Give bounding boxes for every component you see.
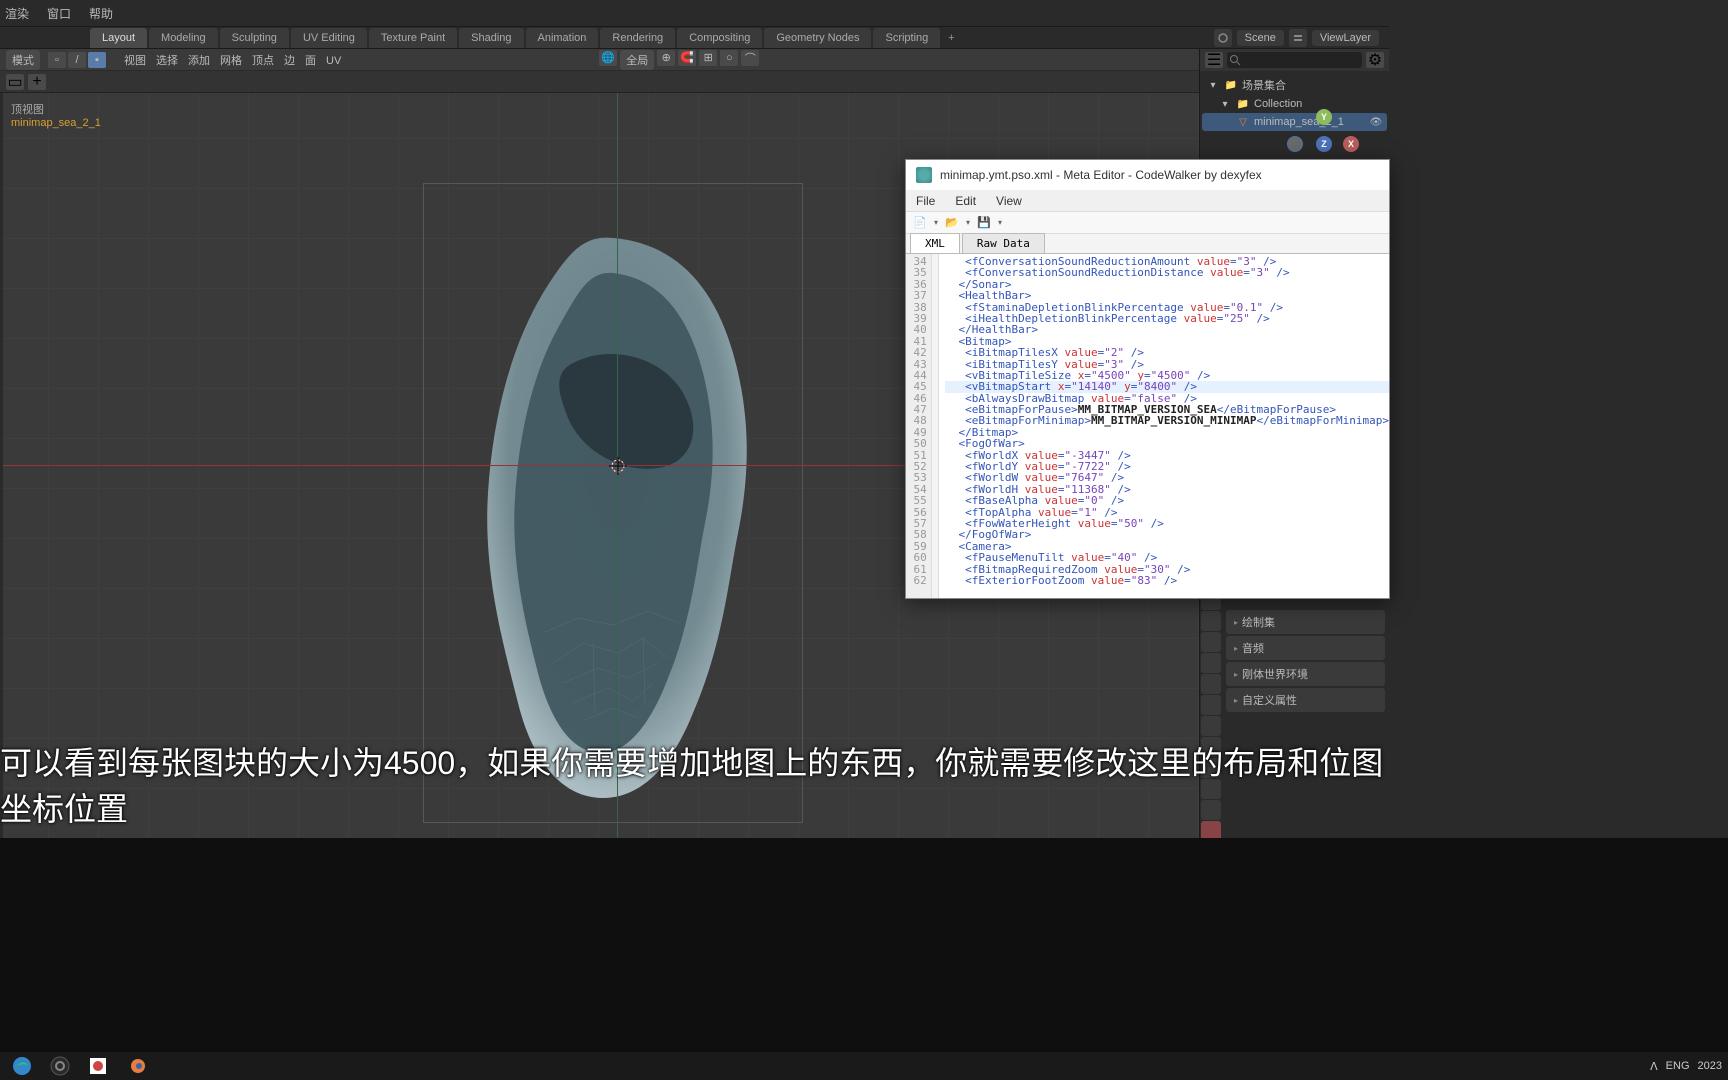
codewalker-window[interactable]: minimap.ymt.pso.xml - Meta Editor - Code… [905, 159, 1390, 599]
workspace-tab-shading[interactable]: Shading [459, 28, 523, 48]
snap-icon[interactable]: 🧲 [678, 50, 696, 66]
cw-menu-file[interactable]: File [916, 194, 935, 208]
viewlayer-selector[interactable]: ViewLayer [1312, 30, 1379, 46]
tray-chevron-icon[interactable]: ᐱ [1650, 1060, 1658, 1073]
props-panel[interactable]: 自定义属性 [1226, 688, 1385, 712]
3d-header: 模式 ▫ / ▪ 视图选择添加网格顶点边面UV 🌐 全局 ⊕ 🧲 ⊞ ○ ⌒ ⊕… [0, 49, 1389, 71]
header-menu-面[interactable]: 面 [305, 55, 316, 67]
active-object-label: minimap_sea_2_1 [11, 117, 101, 129]
line-numbers: 3435363738394041424344454647484950515253… [906, 254, 932, 598]
open-file-icon[interactable]: 📂 [944, 215, 960, 231]
propedit-type-icon[interactable]: ⌒ [741, 50, 759, 66]
outliner-display-icon[interactable]: ☰ [1205, 52, 1223, 68]
header-menu-UV[interactable]: UV [326, 55, 341, 67]
header-menu-添加[interactable]: 添加 [188, 55, 210, 67]
header-menu-选择[interactable]: 选择 [156, 55, 178, 67]
codewalker-titlebar[interactable]: minimap.ymt.pso.xml - Meta Editor - Code… [906, 160, 1389, 190]
cw-menu-view[interactable]: View [996, 194, 1022, 208]
scene-selector[interactable]: Scene [1237, 30, 1284, 46]
workspace-tab-texture-paint[interactable]: Texture Paint [369, 28, 457, 48]
code-text[interactable]: <fConversationSoundReductionAmount value… [939, 254, 1389, 598]
map-mesh [433, 223, 803, 813]
fold-gutter[interactable] [932, 254, 939, 598]
view-orientation-label: 顶视图 [11, 101, 44, 117]
add-workspace-button[interactable]: + [942, 32, 960, 44]
propedit-icon[interactable]: ○ [720, 50, 738, 66]
new-file-icon[interactable]: 📄 [912, 215, 928, 231]
mesh-icon: ▽ [1236, 115, 1250, 129]
prop-tab-scene-icon[interactable] [1201, 653, 1221, 673]
3d-cursor-icon [609, 457, 627, 475]
codewalker-toolbar: 📄▾ 📂▾ 💾▾ [906, 212, 1389, 234]
collection-icon: 📁 [1224, 78, 1238, 92]
ime-indicator[interactable]: ENG [1666, 1060, 1690, 1072]
prop-tab-object-icon[interactable] [1201, 695, 1221, 715]
codewalker-logo-icon [916, 167, 932, 183]
pivot-icon[interactable]: ⊕ [657, 50, 675, 66]
edge-icon[interactable] [6, 1054, 38, 1078]
cw-tab-xml[interactable]: XML [910, 233, 960, 253]
axis-z-handle[interactable]: Z [1316, 136, 1332, 152]
app-icon[interactable] [82, 1054, 114, 1078]
top-menu-bar: 渲染 窗口 帮助 [0, 0, 1389, 27]
workspace-tab-rendering[interactable]: Rendering [600, 28, 675, 48]
select-mode-edge-icon[interactable]: / [68, 52, 86, 68]
axis-x-handle[interactable]: X [1343, 136, 1359, 152]
viewlayer-icon[interactable] [1289, 29, 1307, 47]
props-panel[interactable]: 绘制集 [1226, 610, 1385, 634]
outliner-scene-collection[interactable]: ▾ 📁 场景集合 [1202, 75, 1387, 95]
select-mode-vertex-icon[interactable]: ▫ [48, 52, 66, 68]
cw-tab-rawdata[interactable]: Raw Data [962, 233, 1045, 253]
select-mode-face-icon[interactable]: ▪ [88, 52, 106, 68]
workspace-tab-layout[interactable]: Layout [90, 28, 147, 48]
workspace-tab-animation[interactable]: Animation [526, 28, 599, 48]
prop-tab-world-icon[interactable] [1201, 674, 1221, 694]
menu-window[interactable]: 窗口 [47, 5, 71, 22]
clock-year[interactable]: 2023 [1698, 1060, 1722, 1072]
blender-taskbar-icon[interactable] [120, 1054, 152, 1078]
axis-neg-handle[interactable] [1287, 136, 1303, 152]
windows-taskbar: ᐱ ENG 2023 [0, 1052, 1728, 1080]
menu-help[interactable]: 帮助 [89, 5, 113, 22]
menu-render[interactable]: 渲染 [5, 5, 29, 22]
filter-icon[interactable]: ⚙ [1366, 52, 1384, 68]
workspace-tab-modeling[interactable]: Modeling [149, 28, 218, 48]
orientation-selector[interactable]: 全局 [620, 50, 654, 70]
axis-y-handle[interactable]: Y [1316, 109, 1332, 125]
workspace-tab-geometry-nodes[interactable]: Geometry Nodes [764, 28, 871, 48]
select-tool-icon[interactable]: ▭ [6, 74, 24, 90]
prop-tab-modifier-icon[interactable] [1201, 716, 1221, 736]
cursor-tool-icon[interactable]: + [28, 74, 46, 90]
visibility-icon[interactable]: 👁 [1369, 115, 1383, 129]
workspace-tab-scripting[interactable]: Scripting [873, 28, 940, 48]
header-menu-网格[interactable]: 网格 [220, 55, 242, 67]
tool-shelf-header: ▭ + ☰ X Y Z ⇄ ⊻ 选项 [0, 71, 1389, 93]
codewalker-menu: File Edit View [906, 190, 1389, 212]
props-panel[interactable]: 音频 [1226, 636, 1385, 660]
codewalker-title: minimap.ymt.pso.xml - Meta Editor - Code… [940, 168, 1262, 182]
obs-icon[interactable] [44, 1054, 76, 1078]
header-menu-边[interactable]: 边 [284, 55, 295, 67]
header-menu-顶点[interactable]: 顶点 [252, 55, 274, 67]
workspace-tab-uv-editing[interactable]: UV Editing [291, 28, 367, 48]
mode-selector[interactable]: 模式 [6, 50, 40, 70]
collection-icon: 📁 [1236, 97, 1250, 111]
workspace-tabs: LayoutModelingSculptingUV EditingTexture… [0, 27, 1389, 49]
snap-type-icon[interactable]: ⊞ [699, 50, 717, 66]
orientation-icon[interactable]: 🌐 [599, 50, 617, 66]
prop-tab-output-icon[interactable] [1201, 611, 1221, 631]
outliner-search[interactable] [1227, 52, 1362, 68]
workspace-tab-compositing[interactable]: Compositing [677, 28, 762, 48]
code-editor[interactable]: 3435363738394041424344454647484950515253… [906, 254, 1389, 598]
prop-tab-viewlayer-icon[interactable] [1201, 632, 1221, 652]
collection-icon: ▾ [1206, 78, 1220, 92]
header-menu-视图[interactable]: 视图 [124, 55, 146, 67]
scene-icon[interactable] [1214, 29, 1232, 47]
props-panel[interactable]: 刚体世界环境 [1226, 662, 1385, 686]
save-file-icon[interactable]: 💾 [976, 215, 992, 231]
video-subtitle: 可以看到每张图块的大小为4500，如果你需要增加地图上的东西，你就需要修改这里的… [0, 738, 1388, 830]
cw-menu-edit[interactable]: Edit [955, 194, 976, 208]
workspace-tab-sculpting[interactable]: Sculpting [220, 28, 289, 48]
chevron-down-icon: ▾ [1218, 97, 1232, 111]
